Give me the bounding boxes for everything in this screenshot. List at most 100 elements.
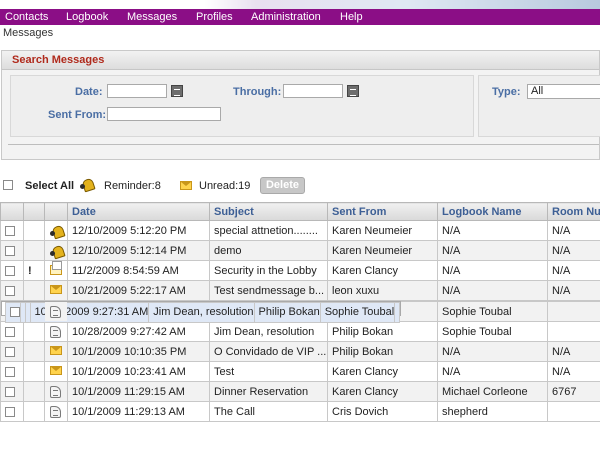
delete-button[interactable]: Delete xyxy=(260,177,305,194)
note-icon[interactable] xyxy=(50,386,61,398)
message-toolbar: Select All Reminder:8 Unread:19 Delete xyxy=(0,176,600,196)
table-row[interactable]: 12/10/2009 5:12:20 PM special attnetion..… xyxy=(0,220,600,241)
header-logbook-name[interactable]: Logbook Name xyxy=(437,202,548,221)
cell-sent-from: Karen Clancy xyxy=(327,260,438,281)
table-row[interactable]: 12/10/2009 5:12:14 PM demo Karen Neumeier N… xyxy=(0,240,600,261)
row-checkbox-cell xyxy=(0,280,24,301)
row-checkbox[interactable] xyxy=(5,406,15,417)
reminder-count: Reminder:8 xyxy=(104,180,161,192)
table-row[interactable]: 10/1/2009 11:29:15 AM Dinner Reservation K… xyxy=(0,381,600,402)
cell-subject[interactable]: demo xyxy=(209,240,328,261)
cell-subject[interactable]: Security in the Lobby xyxy=(209,260,328,281)
cell-logbook-name: N/A xyxy=(437,341,548,362)
cell-room-number xyxy=(394,302,401,323)
through-input[interactable] xyxy=(283,84,343,98)
sent-from-input[interactable] xyxy=(107,107,221,121)
cell-subject[interactable]: Jim Dean, resolution xyxy=(209,321,328,342)
row-checkbox[interactable] xyxy=(5,225,15,236)
cell-logbook-name: Michael Corleone xyxy=(437,381,548,402)
menu-logbook[interactable]: Logbook xyxy=(66,10,108,24)
sent-from-label: Sent From: xyxy=(48,109,107,121)
cell-room-number: N/A xyxy=(547,240,600,261)
header-sent-from[interactable]: Sent From xyxy=(327,202,438,221)
cell-sent-from: Philip Bokan xyxy=(327,321,438,342)
divider xyxy=(8,144,599,145)
header-subject[interactable]: Subject xyxy=(209,202,328,221)
header-date[interactable]: Date xyxy=(67,202,210,221)
read-envelope-icon[interactable] xyxy=(50,261,62,275)
type-criteria: Type: All xyxy=(478,75,600,137)
cell-date: 12/10/2009 5:12:20 PM xyxy=(67,220,210,241)
table-row[interactable]: 10/1/2009 10:23:41 AM Test Karen Clancy N/A… xyxy=(0,361,600,382)
reminder-icon[interactable] xyxy=(50,245,66,259)
row-checkbox-cell xyxy=(0,260,24,281)
cell-date: 10/1/2009 10:10:35 PM xyxy=(67,341,210,362)
message-type-cell xyxy=(44,321,68,342)
row-checkbox[interactable] xyxy=(5,326,15,337)
note-icon[interactable] xyxy=(50,326,61,338)
header-icon xyxy=(44,202,68,221)
row-checkbox[interactable] xyxy=(9,307,19,318)
cell-sent-from: Karen Clancy xyxy=(327,381,438,402)
menu-help[interactable]: Help xyxy=(340,10,363,24)
row-checkbox-cell xyxy=(0,321,24,342)
priority-flag xyxy=(23,321,45,342)
cell-date: 11/2/2009 8:54:59 AM xyxy=(67,260,210,281)
type-select[interactable]: All xyxy=(527,84,600,99)
type-label: Type: xyxy=(492,86,521,98)
unread-envelope-icon[interactable] xyxy=(50,366,62,375)
message-type-cell xyxy=(44,240,68,261)
search-panel-title: Search Messages xyxy=(12,54,105,66)
cell-sent-from: Cris Dovich xyxy=(327,401,438,422)
cell-subject[interactable]: Test xyxy=(209,361,328,382)
cell-room-number xyxy=(547,301,600,322)
table-row[interactable]: 10/1/2009 11:29:13 AM The Call Cris Dovich… xyxy=(0,401,600,422)
table-row[interactable]: ! 11/2/2009 8:54:59 AM Security in the Lob… xyxy=(0,260,600,281)
header-room-number[interactable]: Room Nu xyxy=(547,202,600,221)
note-icon[interactable] xyxy=(50,306,61,318)
priority-flag: ! xyxy=(23,260,45,281)
banner-image xyxy=(170,0,600,9)
message-type-cell xyxy=(44,361,68,382)
unread-count: Unread:19 xyxy=(199,180,251,192)
row-checkbox-cell xyxy=(0,401,24,422)
cell-subject[interactable]: O Convidado de VIP ... xyxy=(209,341,328,362)
date-calendar-icon[interactable] xyxy=(171,85,183,97)
menu-profiles[interactable]: Profiles xyxy=(196,10,233,24)
cell-logbook-name: Sophie Toubal xyxy=(319,302,396,323)
unread-envelope-icon[interactable] xyxy=(50,346,62,355)
cell-subject[interactable]: Jim Dean, resolution xyxy=(148,302,255,323)
row-checkbox[interactable] xyxy=(5,346,15,357)
row-checkbox[interactable] xyxy=(5,386,15,397)
breadcrumb: Messages xyxy=(3,27,54,39)
cell-subject[interactable]: The Call xyxy=(209,401,328,422)
reminder-icon[interactable] xyxy=(50,225,66,239)
row-checkbox-cell xyxy=(0,341,24,362)
table-row[interactable]: 10/21/2009 5:22:17 AM Test sendmessage b.… xyxy=(0,280,600,301)
cell-room-number: N/A xyxy=(547,341,600,362)
menu-contacts[interactable]: Contacts xyxy=(5,10,48,24)
row-checkbox[interactable] xyxy=(5,285,15,296)
through-calendar-icon[interactable] xyxy=(347,85,359,97)
menu-administration[interactable]: Administration xyxy=(251,10,321,24)
priority-flag xyxy=(23,361,45,382)
unread-envelope-icon xyxy=(180,181,192,190)
date-input[interactable] xyxy=(107,84,167,98)
cell-subject[interactable]: Test sendmessage b... xyxy=(209,280,328,301)
select-all-checkbox[interactable] xyxy=(3,180,13,190)
message-type-cell xyxy=(44,220,68,241)
search-criteria: Date: Through: Sent From: xyxy=(10,75,474,137)
row-checkbox[interactable] xyxy=(5,366,15,377)
table-row[interactable]: 10/1/2009 10:10:35 PM O Convidado de VIP … xyxy=(0,341,600,362)
priority-flag xyxy=(23,381,45,402)
cell-logbook-name: N/A xyxy=(437,280,548,301)
cell-subject[interactable]: Dinner Reservation xyxy=(209,381,328,402)
cell-subject[interactable]: special attnetion........ xyxy=(209,220,328,241)
menu-messages[interactable]: Messages xyxy=(127,10,177,24)
select-all-label[interactable]: Select All xyxy=(25,180,74,192)
note-icon[interactable] xyxy=(50,406,61,418)
row-checkbox[interactable] xyxy=(5,245,15,256)
row-checkbox[interactable] xyxy=(5,265,15,276)
table-row[interactable]: 10/28/2009 9:27:42 AM Jim Dean, resolutio… xyxy=(0,321,600,342)
unread-envelope-icon[interactable] xyxy=(50,285,62,294)
